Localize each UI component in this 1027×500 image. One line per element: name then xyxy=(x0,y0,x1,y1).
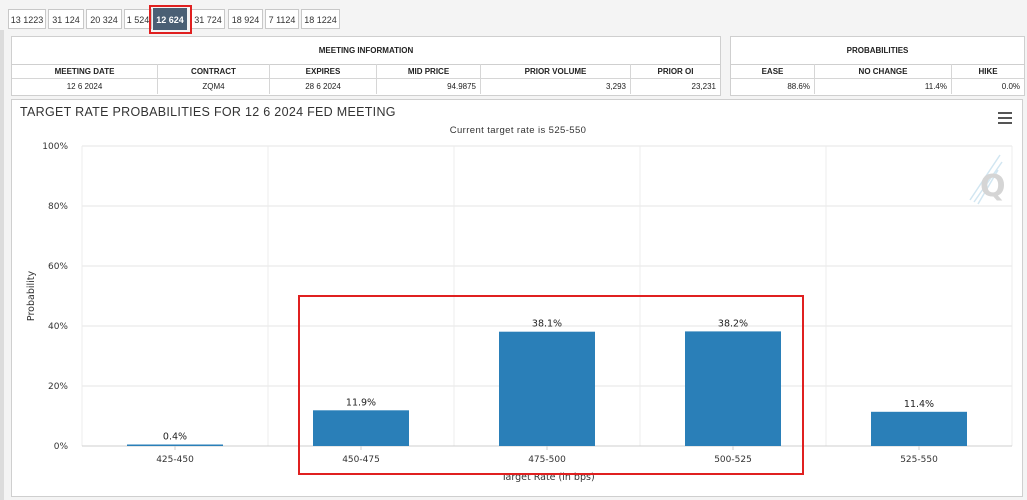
no-change-value: 11.4% xyxy=(815,79,952,94)
x-tick-label: 450-475 xyxy=(342,455,380,465)
y-tick-label: 60% xyxy=(48,262,68,272)
data-label: 11.9% xyxy=(346,397,376,408)
meeting-date-header: MEETING DATE xyxy=(12,64,158,79)
q-watermark: Q xyxy=(969,154,1006,205)
data-label: 38.2% xyxy=(718,318,748,329)
bar xyxy=(499,331,595,446)
mid-price-header: MID PRICE xyxy=(377,64,481,79)
tab-meeting[interactable]: 31 124 xyxy=(48,9,84,29)
x-tick-label: 500-525 xyxy=(714,455,752,465)
tab-meeting[interactable]: 18 924 xyxy=(228,9,263,29)
contract-header: CONTRACT xyxy=(158,64,270,79)
hike-header: HIKE xyxy=(952,64,1024,79)
hike-value: 0.0% xyxy=(1001,82,1020,91)
bar xyxy=(685,331,781,446)
expires-value: 28 6 2024 xyxy=(270,79,377,94)
tab-meeting[interactable]: 1 524 xyxy=(124,9,152,29)
bar-chart: 0% 20% 40% 60% 80% 100% 0.4% 11.9% 38.1% 38.2% 11… xyxy=(26,142,1013,483)
q-logo-icon: Q xyxy=(980,169,1006,204)
no-change-header: NO CHANGE xyxy=(815,64,952,79)
y-axis-ticks: 0% 20% 40% 60% 80% 100% xyxy=(42,142,68,452)
chart-panel: TARGET RATE PROBABILITIES FOR 12 6 2024 … xyxy=(11,99,1023,497)
tab-meeting[interactable]: 7 1124 xyxy=(265,9,299,29)
data-label: 38.1% xyxy=(532,319,562,330)
expires-header: EXPIRES xyxy=(270,64,377,79)
probabilities-title: PROBABILITIES xyxy=(731,37,1024,65)
data-label: 0.4% xyxy=(163,432,187,443)
x-tick-label: 475-500 xyxy=(528,455,566,465)
prior-oi-header: PRIOR OI xyxy=(631,64,720,79)
tab-meeting[interactable]: 13 1223 xyxy=(8,9,46,29)
y-tick-label: 80% xyxy=(48,202,68,212)
mid-price-value: 94.9875 xyxy=(377,79,481,94)
y-tick-label: 40% xyxy=(48,322,68,332)
x-axis-label: Target Rate (in bps) xyxy=(500,472,594,483)
contract-value: ZQM4 xyxy=(158,79,270,94)
probabilities-panel: PROBABILITIES EASE NO CHANGE HIKE 88.6% … xyxy=(730,36,1025,96)
ease-header: EASE xyxy=(731,64,815,79)
chart-bars: 0.4% 11.9% 38.1% 38.2% 11.4% xyxy=(127,318,967,446)
meeting-date-value: 12 6 2024 xyxy=(12,79,158,94)
ease-value: 88.6% xyxy=(731,79,815,94)
tab-meeting-active[interactable]: 12 624 xyxy=(153,8,187,30)
data-label: 11.4% xyxy=(904,399,934,410)
y-tick-label: 0% xyxy=(54,442,69,452)
prior-volume-header: PRIOR VOLUME xyxy=(481,64,631,79)
y-tick-label: 20% xyxy=(48,382,68,392)
y-tick-label: 100% xyxy=(42,142,68,152)
prior-oi-value: 23,231 xyxy=(691,82,716,91)
x-tick-label: 525-550 xyxy=(900,455,938,465)
bar xyxy=(871,411,967,446)
bar xyxy=(127,444,223,446)
prior-volume-value: 3,293 xyxy=(481,79,631,94)
tab-meeting[interactable]: 20 324 xyxy=(86,9,122,29)
meeting-information-panel: MEETING INFORMATION MEETING DATE CONTRAC… xyxy=(11,36,721,96)
x-axis-ticks: 425-450 450-475 475-500 500-525 525-550 xyxy=(156,446,938,465)
left-edge xyxy=(0,30,4,500)
x-tick-label: 425-450 xyxy=(156,455,194,465)
tab-meeting[interactable]: 31 724 xyxy=(191,9,225,29)
y-axis-label: Probability xyxy=(26,271,37,322)
tab-meeting[interactable]: 18 1224 xyxy=(301,9,340,29)
bar xyxy=(313,410,409,446)
meeting-information-title: MEETING INFORMATION xyxy=(12,37,720,65)
